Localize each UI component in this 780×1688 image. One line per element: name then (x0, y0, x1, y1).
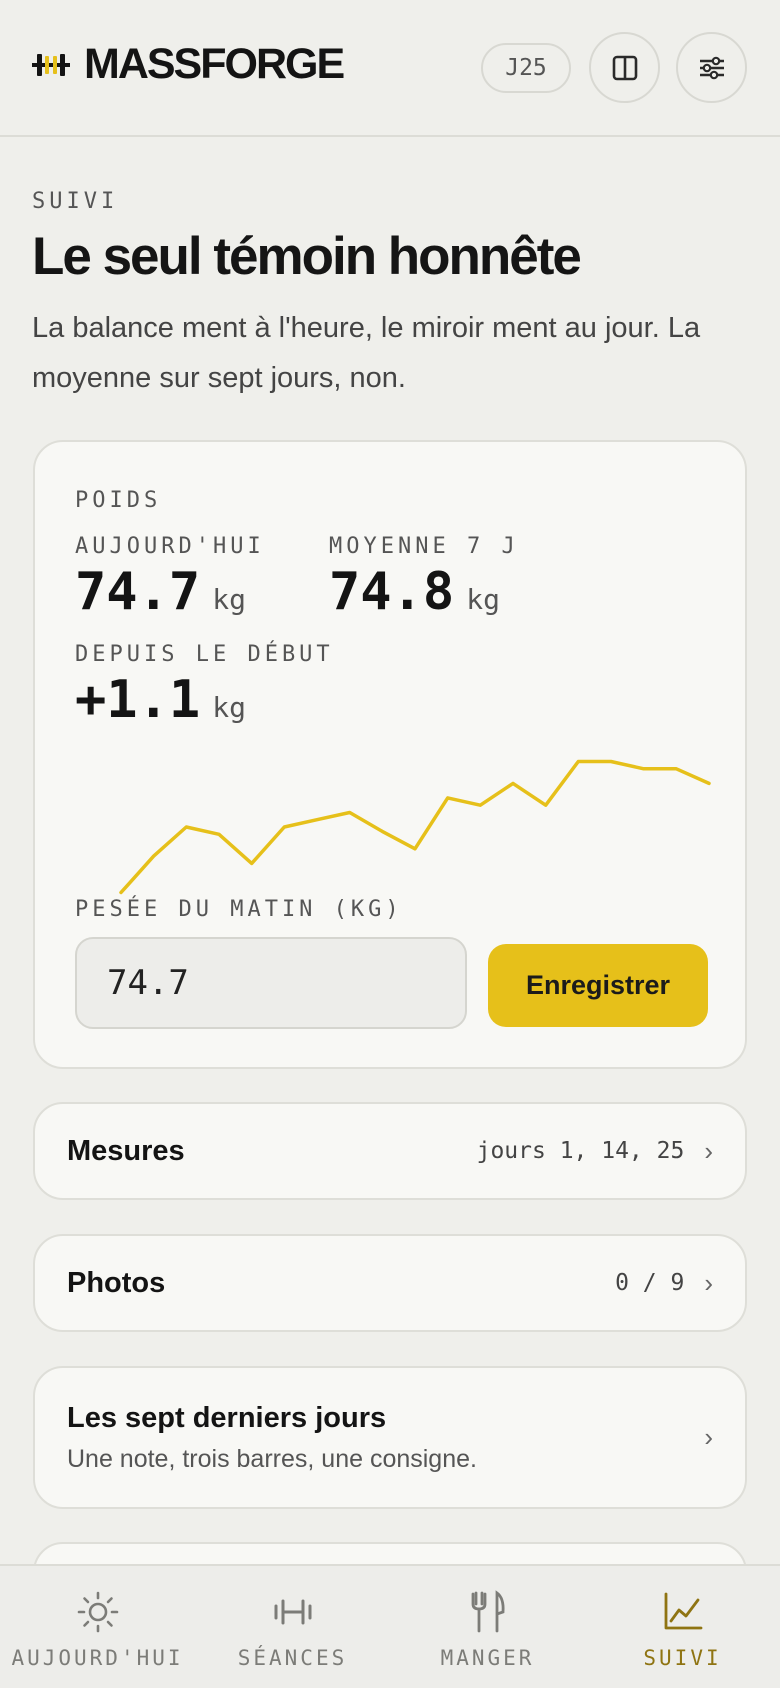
avg-unit: kg (466, 583, 500, 616)
settings-button[interactable] (676, 32, 747, 103)
chevron-right-icon: › (704, 1267, 713, 1298)
today-unit: kg (212, 583, 246, 616)
page-title: Le seul témoin honnête (32, 227, 582, 286)
sliders-icon (699, 56, 724, 79)
photos-title: Photos (67, 1266, 166, 1299)
morning-weight-input[interactable]: 74.7 (75, 937, 467, 1029)
sun-icon (77, 1591, 118, 1633)
week-summary-row[interactable]: Les sept derniers jours Une note, trois … (33, 1366, 747, 1509)
brand: MASSFORGE (32, 40, 345, 89)
photos-right: 0 / 9 › (615, 1268, 713, 1299)
since-start-value: +1.1 (75, 670, 201, 730)
nav-label: SUIVI (643, 1646, 722, 1670)
weight-series-line (119, 759, 711, 895)
today-value: 74.7 (75, 562, 201, 622)
nav-sessions[interactable]: SÉANCES (195, 1566, 390, 1688)
photos-row[interactable]: Photos 0 / 9 › (33, 1234, 747, 1332)
nav-tracking[interactable]: SUIVI (585, 1566, 780, 1688)
since-start-label: DEPUIS LE DÉBUT (75, 642, 334, 667)
nav-label: AUJOURD'HUI (11, 1646, 184, 1670)
book-button[interactable] (589, 32, 660, 103)
week-subtitle: Une note, trois barres, une consigne. (67, 1444, 477, 1473)
day-badge[interactable]: J25 (481, 43, 571, 93)
mesures-right: jours 1, 14, 25 › (477, 1136, 713, 1167)
book-columns-icon (612, 55, 637, 80)
brand-name: MASSFORGE (84, 40, 345, 88)
nav-label: SÉANCES (237, 1646, 348, 1670)
chevron-right-icon: › (704, 1422, 713, 1452)
nav-label: MANGER (440, 1646, 535, 1670)
photos-count: 0 / 9 (615, 1270, 685, 1296)
week-title: Les sept derniers jours (67, 1401, 387, 1434)
app-header: MASSFORGE J25 (0, 0, 780, 137)
mesures-row[interactable]: Mesures jours 1, 14, 25 › (33, 1102, 747, 1200)
mesures-days: jours 1, 14, 25 (476, 1138, 685, 1164)
week-text: Les sept derniers jours Une note, trois … (67, 1402, 477, 1474)
nav-eat[interactable]: MANGER (390, 1566, 585, 1688)
save-button[interactable]: Enregistrer (488, 944, 708, 1027)
section-eyebrow: SUIVI (32, 189, 119, 214)
barbell-logo-icon (32, 53, 70, 76)
weight-card: POIDS AUJOURD'HUI 74.7 kg MOYENNE 7 J 74… (33, 440, 747, 1069)
chart-icon (664, 1592, 702, 1630)
since-start-weight: +1.1 kg (75, 670, 246, 730)
fork-knife-icon (471, 1590, 505, 1633)
weight-section-label: POIDS (75, 488, 162, 513)
since-start-unit: kg (212, 691, 246, 724)
dumbbell-icon (274, 1599, 311, 1625)
input-label: PESÉE DU MATIN (KG) (75, 897, 403, 922)
weight-trend-chart (119, 759, 711, 895)
avg-value: 74.8 (329, 562, 455, 622)
mesures-title: Mesures (67, 1134, 185, 1167)
chevron-right-icon: › (704, 1135, 713, 1166)
avg-weight: 74.8 kg (329, 562, 500, 622)
nav-today[interactable]: AUJOURD'HUI (0, 1566, 195, 1688)
today-weight: 74.7 kg (75, 562, 246, 622)
today-label: AUJOURD'HUI (75, 534, 265, 559)
page-subtitle: La balance ment à l'heure, le miroir men… (32, 312, 701, 394)
avg-label: MOYENNE 7 J (329, 534, 519, 559)
bottom-nav: AUJOURD'HUI SÉANCES MANGER SUIVI (0, 1564, 780, 1688)
